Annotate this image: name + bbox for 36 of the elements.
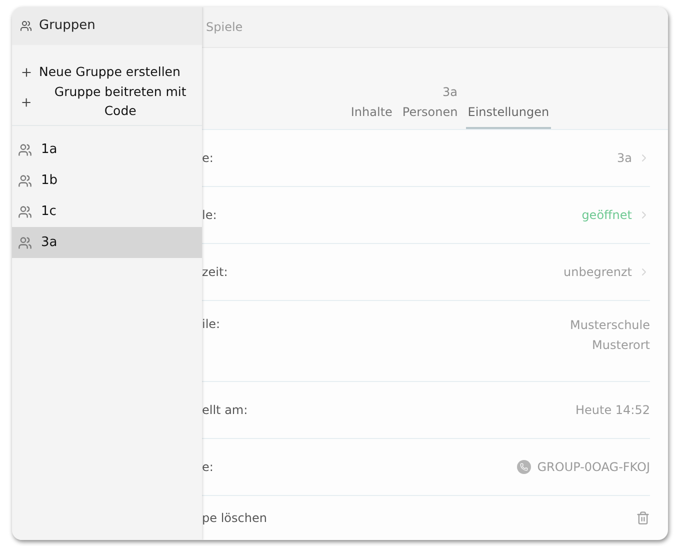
group-item[interactable]: 1c — [12, 196, 202, 227]
sidebar-action[interactable]: Neue Gruppe erstellen — [12, 57, 202, 87]
setting-label: ile: — [202, 316, 220, 333]
people-icon — [18, 142, 32, 156]
plus-icon — [20, 66, 33, 78]
tab[interactable]: Einstellungen — [466, 103, 552, 129]
setting-value: Heute 14:52 — [576, 402, 650, 419]
settings-row[interactable]: pe löschen — [202, 496, 650, 540]
setting-label: ellt am: — [202, 402, 248, 419]
setting-value: Musterort — [592, 337, 650, 354]
people-icon — [18, 174, 32, 188]
people-icon — [18, 236, 32, 250]
trash-icon[interactable] — [636, 511, 650, 525]
setting-label: e: — [202, 150, 214, 167]
setting-value: geöffnet — [582, 207, 632, 224]
setting-label: le: — [202, 207, 217, 224]
setting-value: Musterschule — [570, 317, 650, 334]
group-title: 3a — [442, 84, 458, 101]
people-icon — [20, 20, 32, 32]
setting-label: e: — [202, 459, 214, 476]
setting-value: 3a — [617, 150, 632, 167]
group-item[interactable]: 1b — [12, 165, 202, 196]
group-item[interactable]: 3a — [12, 227, 202, 258]
people-icon — [18, 204, 32, 218]
settings-row[interactable]: e: GROUP-0OAG-FKOJ — [202, 439, 650, 496]
plus-icon — [20, 96, 33, 108]
group-item[interactable]: 1a — [12, 134, 202, 165]
setting-value: GROUP-0OAG-FKOJ — [537, 459, 650, 476]
setting-label: pe löschen — [202, 510, 267, 527]
tab[interactable]: Inhalte — [348, 103, 394, 129]
setting-value: unbegrenzt — [564, 264, 632, 281]
tab[interactable]: Personen — [400, 103, 460, 129]
setting-label: zeit: — [202, 264, 228, 281]
phone-icon — [517, 460, 532, 474]
sidebar-title: Gruppen — [39, 17, 96, 36]
sidebar-action[interactable]: Gruppe beitreten mit Code — [12, 87, 202, 117]
